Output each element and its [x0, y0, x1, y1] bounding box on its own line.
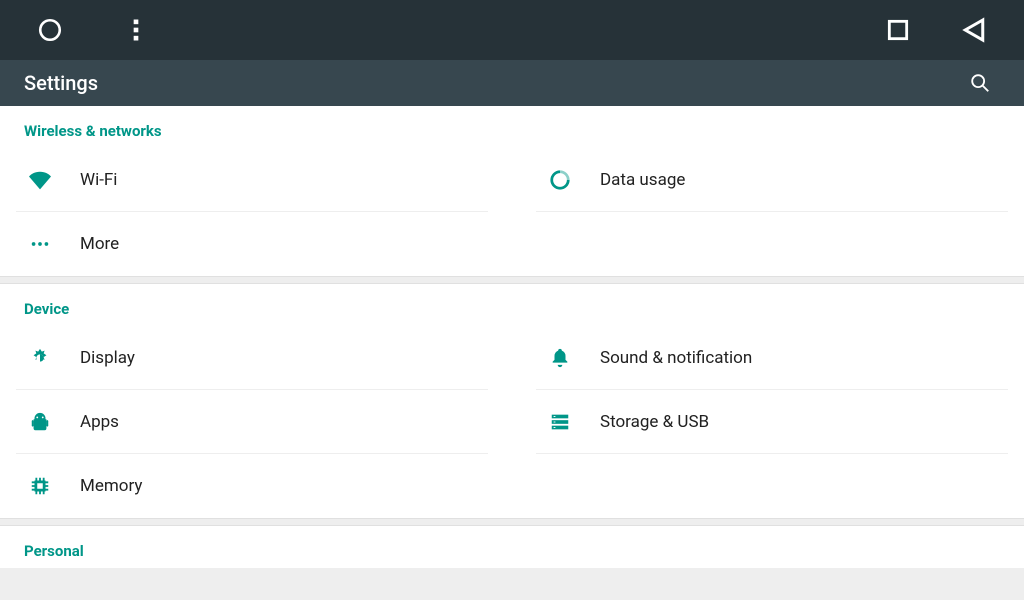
settings-item-storage[interactable]: Storage & USB	[536, 390, 1008, 454]
settings-item-sound[interactable]: Sound & notification	[536, 326, 1008, 390]
settings-item-apps[interactable]: Apps	[16, 390, 488, 454]
bell-icon	[536, 347, 584, 369]
display-icon	[16, 347, 64, 369]
more-vert-icon	[126, 16, 146, 44]
data-usage-icon	[536, 169, 584, 191]
app-bar: Settings	[0, 60, 1024, 106]
section-divider	[0, 276, 1024, 284]
settings-item-label: Data usage	[584, 170, 685, 190]
back-triangle-icon	[959, 15, 989, 45]
settings-item-label: Memory	[64, 476, 142, 496]
section-header-device: Device	[0, 284, 1024, 326]
wifi-icon	[16, 169, 64, 191]
square-outline-icon	[885, 17, 911, 43]
settings-item-label: Display	[64, 348, 135, 368]
section-wireless: Wireless & networks Wi-Fi More Data	[0, 106, 1024, 276]
settings-item-label: Wi-Fi	[64, 170, 117, 190]
settings-item-data-usage[interactable]: Data usage	[536, 148, 1008, 212]
home-button[interactable]	[26, 6, 74, 54]
section-header-personal: Personal	[0, 526, 1024, 568]
recents-button[interactable]	[874, 6, 922, 54]
search-button[interactable]	[960, 63, 1000, 103]
overflow-button[interactable]	[112, 6, 160, 54]
settings-item-more[interactable]: More	[16, 212, 488, 276]
settings-item-memory[interactable]: Memory	[16, 454, 488, 518]
section-divider	[0, 518, 1024, 526]
settings-item-label: Sound & notification	[584, 348, 752, 368]
page-title: Settings	[24, 71, 98, 95]
settings-item-label: Storage & USB	[584, 412, 709, 432]
section-header-wireless: Wireless & networks	[0, 106, 1024, 148]
memory-icon	[16, 475, 64, 497]
storage-icon	[536, 411, 584, 433]
system-nav-bar	[0, 0, 1024, 60]
settings-item-label: More	[64, 234, 119, 254]
section-personal: Personal	[0, 526, 1024, 568]
settings-item-label: Apps	[64, 412, 119, 432]
search-icon	[969, 72, 991, 94]
apps-icon	[16, 411, 64, 433]
back-button[interactable]	[950, 6, 998, 54]
more-horiz-icon	[16, 233, 64, 255]
settings-item-display[interactable]: Display	[16, 326, 488, 390]
section-device: Device Display Apps Memory	[0, 284, 1024, 518]
settings-item-wifi[interactable]: Wi-Fi	[16, 148, 488, 212]
circle-outline-icon	[37, 17, 63, 43]
